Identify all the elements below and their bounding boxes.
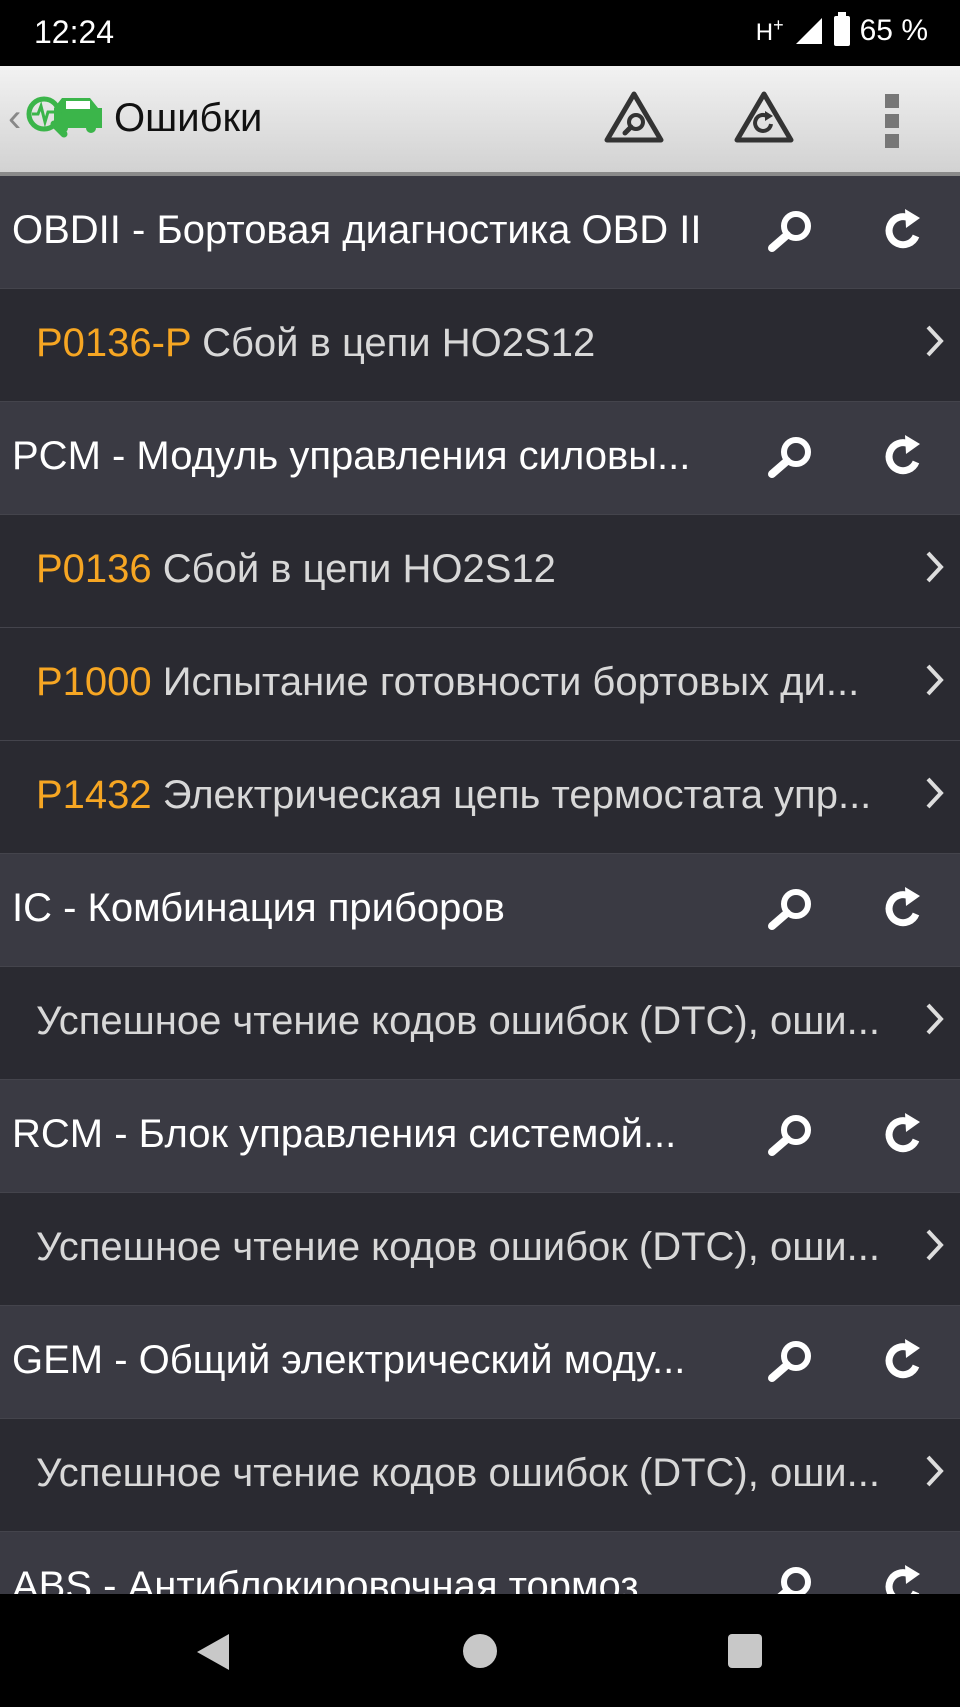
recents-square-icon[interactable]	[728, 1634, 762, 1668]
dtc-row[interactable]: P1000 Испытание готовности бортовых ди..…	[0, 628, 960, 741]
search-icon[interactable]	[760, 1110, 820, 1160]
chevron-right-icon	[924, 547, 946, 587]
search-icon[interactable]	[760, 206, 820, 256]
module-name: PCM - Модуль управления силовы...	[12, 434, 691, 478]
dtc-description: Электрическая цепь термостата упр...	[162, 773, 872, 817]
more-vertical-icon[interactable]	[882, 94, 902, 150]
back-triangle-icon[interactable]	[195, 1632, 231, 1672]
scan-search-icon[interactable]	[603, 90, 665, 146]
dtc-code: P1000	[36, 660, 152, 704]
navigation-bar	[0, 1594, 960, 1707]
dtc-row[interactable]: Успешное чтение кодов ошибок (DTC), оши.…	[0, 967, 960, 1080]
module-row[interactable]: ABS - Антиблокировочная тормоз...	[0, 1532, 960, 1594]
search-icon[interactable]	[760, 1562, 820, 1594]
dtc-row[interactable]: P0136 Сбой в цепи HO2S12	[0, 515, 960, 628]
refresh-icon[interactable]	[878, 1562, 928, 1594]
module-row[interactable]: IC - Комбинация приборов	[0, 854, 960, 967]
dtc-code: P1432	[36, 773, 152, 817]
dtc-description: Успешное чтение кодов ошибок (DTC), оши.…	[36, 1225, 880, 1269]
dtc-description: Успешное чтение кодов ошибок (DTC), оши.…	[36, 999, 880, 1043]
chevron-right-icon	[924, 660, 946, 700]
dtc-description: Успешное чтение кодов ошибок (DTC), оши.…	[36, 1451, 880, 1495]
dtc-text: Успешное чтение кодов ошибок (DTC), оши.…	[36, 1451, 880, 1496]
module-name: IC - Комбинация приборов	[12, 886, 505, 930]
module-row[interactable]: GEM - Общий электрический моду...	[0, 1306, 960, 1419]
dtc-description: Сбой в цепи HO2S12	[162, 547, 556, 591]
battery-percent: 65 %	[859, 14, 928, 47]
search-icon[interactable]	[760, 884, 820, 934]
dtc-text: Успешное чтение кодов ошибок (DTC), оши.…	[36, 1225, 880, 1270]
error-list: OBDII - Бортовая диагностика OBD II P0136…	[0, 176, 960, 1594]
dtc-row[interactable]: P1432 Электрическая цепь термостата упр.…	[0, 741, 960, 854]
refresh-icon[interactable]	[878, 1110, 928, 1160]
dtc-description: Сбой в цепи HO2S12	[202, 321, 596, 365]
refresh-icon[interactable]	[878, 206, 928, 256]
clear-refresh-icon[interactable]	[733, 90, 795, 146]
chevron-right-icon	[924, 1451, 946, 1491]
dtc-row[interactable]: P0136-P Сбой в цепи HO2S12	[0, 289, 960, 402]
search-icon[interactable]	[760, 1336, 820, 1386]
page-title: Ошибки	[114, 96, 263, 140]
dtc-row[interactable]: Успешное чтение кодов ошибок (DTC), оши.…	[0, 1419, 960, 1532]
module-name: GEM - Общий электрический моду...	[12, 1338, 686, 1382]
refresh-icon[interactable]	[878, 1336, 928, 1386]
status-time: 12:24	[34, 14, 115, 50]
dtc-text: P0136 Сбой в цепи HO2S12	[36, 547, 556, 592]
chevron-right-icon	[924, 1225, 946, 1265]
chevron-right-icon	[924, 321, 946, 361]
car-diagnostic-logo-icon[interactable]	[24, 86, 104, 146]
battery-icon	[833, 12, 850, 46]
dtc-text: Успешное чтение кодов ошибок (DTC), оши.…	[36, 999, 880, 1044]
home-circle-icon[interactable]	[463, 1634, 497, 1668]
module-row[interactable]: OBDII - Бортовая диагностика OBD II	[0, 176, 960, 289]
dtc-text: P1000 Испытание готовности бортовых ди..…	[36, 660, 859, 705]
module-name: RCM - Блок управления системой...	[12, 1112, 677, 1156]
dtc-row[interactable]: Успешное чтение кодов ошибок (DTC), оши.…	[0, 1193, 960, 1306]
dtc-text: P1432 Электрическая цепь термостата упр.…	[36, 773, 871, 818]
app-bar: ‹ Ошибки	[0, 66, 960, 176]
dtc-text: P0136-P Сбой в цепи HO2S12	[36, 321, 595, 366]
status-bar: 12:24 H+ 65 %	[0, 0, 960, 66]
module-row[interactable]: RCM - Блок управления системой...	[0, 1080, 960, 1193]
signal-icon	[795, 18, 822, 44]
network-type: H+	[755, 15, 784, 46]
refresh-icon[interactable]	[878, 432, 928, 482]
search-icon[interactable]	[760, 432, 820, 482]
module-name: OBDII - Бортовая диагностика OBD II	[12, 208, 702, 252]
status-indicators: H+ 65 %	[755, 12, 928, 48]
chevron-right-icon	[924, 999, 946, 1039]
refresh-icon[interactable]	[878, 884, 928, 934]
back-chevron-icon[interactable]: ‹	[8, 96, 21, 141]
dtc-code: P0136	[36, 547, 152, 591]
dtc-description: Испытание готовности бортовых ди...	[162, 660, 860, 704]
module-row[interactable]: PCM - Модуль управления силовы...	[0, 402, 960, 515]
module-name: ABS - Антиблокировочная тормоз...	[12, 1564, 672, 1594]
chevron-right-icon	[924, 773, 946, 813]
dtc-code: P0136-P	[36, 321, 191, 365]
